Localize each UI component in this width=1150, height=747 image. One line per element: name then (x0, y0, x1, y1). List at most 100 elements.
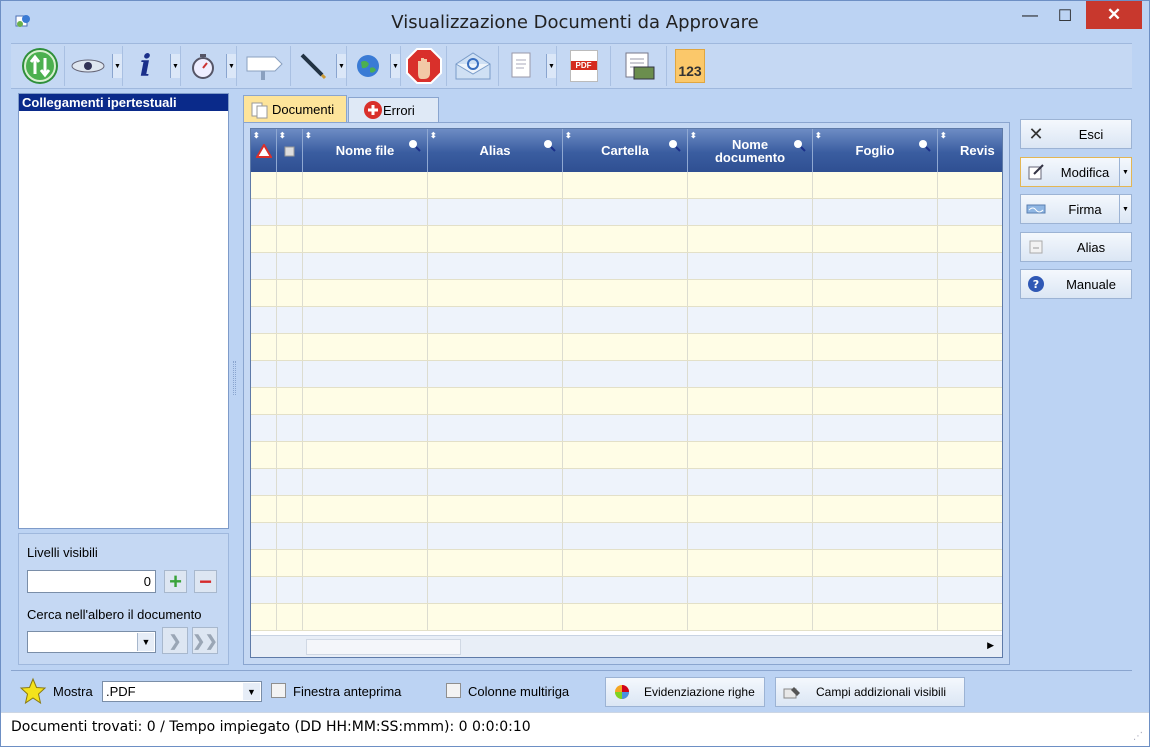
maximize-button[interactable]: ☐ (1049, 1, 1081, 31)
table-cell[interactable] (563, 550, 688, 576)
table-cell[interactable] (251, 550, 277, 576)
globe-dropdown-icon[interactable]: ▼ (390, 54, 400, 78)
document-button[interactable]: ▼ (499, 46, 557, 86)
table-row[interactable] (251, 550, 1002, 577)
table-cell[interactable] (813, 334, 938, 360)
table-row[interactable] (251, 334, 1002, 361)
table-cell[interactable] (277, 415, 303, 441)
filter-search-icon[interactable] (543, 139, 556, 152)
campi-addizionali-button[interactable]: Campi addizionali visibili (775, 677, 965, 707)
table-cell[interactable] (563, 307, 688, 333)
table-cell[interactable] (938, 496, 1002, 522)
view-button[interactable]: ▼ (65, 46, 123, 86)
table-cell[interactable] (938, 361, 1002, 387)
refresh-button[interactable] (15, 46, 65, 86)
table-cell[interactable] (277, 172, 303, 198)
table-cell[interactable] (428, 469, 563, 495)
manuale-button[interactable]: ? Manuale (1020, 269, 1132, 299)
finestra-anteprima-checkbox[interactable] (271, 683, 286, 698)
table-cell[interactable] (563, 469, 688, 495)
table-cell[interactable] (563, 334, 688, 360)
table-cell[interactable] (251, 361, 277, 387)
table-cell[interactable] (303, 388, 428, 414)
table-row[interactable] (251, 577, 1002, 604)
table-cell[interactable] (251, 280, 277, 306)
table-cell[interactable] (428, 226, 563, 252)
table-cell[interactable] (813, 280, 938, 306)
table-cell[interactable] (688, 523, 813, 549)
col-cartella[interactable]: ⬍ Cartella (563, 129, 688, 172)
panel-splitter[interactable] (233, 361, 236, 395)
chevron-down-icon[interactable]: ▼ (137, 633, 154, 651)
table-cell[interactable] (813, 388, 938, 414)
table-cell[interactable] (277, 307, 303, 333)
chevron-down-icon[interactable]: ▼ (243, 683, 260, 700)
table-cell[interactable] (563, 604, 688, 630)
minimize-button[interactable]: — (1014, 1, 1046, 31)
table-row[interactable] (251, 280, 1002, 307)
col-nome-file[interactable]: ⬍ Nome file (303, 129, 428, 172)
table-cell[interactable] (688, 172, 813, 198)
pen-dropdown-icon[interactable]: ▼ (336, 54, 346, 78)
table-cell[interactable] (277, 577, 303, 603)
table-cell[interactable] (303, 172, 428, 198)
table-cell[interactable] (428, 496, 563, 522)
documents-grid[interactable]: ⬍ ⬍ ⬍ Nome file ⬍ Alias ⬍ Cartella ⬍ Nom… (250, 128, 1003, 658)
table-cell[interactable] (303, 199, 428, 225)
table-cell[interactable] (813, 253, 938, 279)
table-cell[interactable] (428, 280, 563, 306)
table-cell[interactable] (813, 523, 938, 549)
document-dropdown-icon[interactable]: ▼ (546, 54, 556, 78)
table-cell[interactable] (563, 577, 688, 603)
info-dropdown-icon[interactable]: ▼ (170, 54, 180, 78)
counter-button[interactable]: 123 (667, 46, 713, 86)
email-button[interactable] (447, 46, 499, 86)
table-cell[interactable] (938, 226, 1002, 252)
table-cell[interactable] (938, 253, 1002, 279)
mostra-select[interactable]: .PDF ▼ (102, 681, 262, 702)
table-cell[interactable] (688, 199, 813, 225)
table-cell[interactable] (563, 172, 688, 198)
table-cell[interactable] (688, 604, 813, 630)
print-preview-button[interactable] (611, 46, 667, 86)
table-cell[interactable] (251, 442, 277, 468)
table-cell[interactable] (688, 415, 813, 441)
table-cell[interactable] (813, 172, 938, 198)
table-cell[interactable] (563, 388, 688, 414)
table-cell[interactable] (563, 442, 688, 468)
filter-search-icon[interactable] (918, 139, 931, 152)
table-cell[interactable] (688, 280, 813, 306)
signpost-button[interactable] (237, 46, 291, 86)
col-foglio[interactable]: ⬍ Foglio (813, 129, 938, 172)
filter-search-icon[interactable] (668, 139, 681, 152)
table-cell[interactable] (251, 172, 277, 198)
table-cell[interactable] (277, 388, 303, 414)
table-cell[interactable] (428, 199, 563, 225)
table-cell[interactable] (688, 496, 813, 522)
table-cell[interactable] (277, 496, 303, 522)
find-all-button[interactable]: ❯❯ (192, 627, 218, 654)
table-cell[interactable] (277, 442, 303, 468)
table-row[interactable] (251, 523, 1002, 550)
table-cell[interactable] (303, 550, 428, 576)
table-cell[interactable] (303, 307, 428, 333)
filter-search-icon[interactable] (793, 139, 806, 152)
table-cell[interactable] (428, 253, 563, 279)
table-cell[interactable] (277, 226, 303, 252)
stop-button[interactable] (401, 46, 447, 86)
table-cell[interactable] (277, 604, 303, 630)
search-tree-combo[interactable]: ▼ (27, 631, 156, 653)
table-cell[interactable] (303, 496, 428, 522)
table-cell[interactable] (428, 361, 563, 387)
pdf-button[interactable]: PDF (557, 46, 611, 86)
info-button[interactable]: i ▼ (123, 46, 181, 86)
table-cell[interactable] (813, 577, 938, 603)
col-nome-documento[interactable]: ⬍ Nome documento (688, 129, 813, 172)
table-cell[interactable] (688, 253, 813, 279)
table-cell[interactable] (938, 280, 1002, 306)
table-row[interactable] (251, 442, 1002, 469)
table-row[interactable] (251, 172, 1002, 199)
tab-errori[interactable]: Errori (348, 97, 439, 123)
table-cell[interactable] (277, 253, 303, 279)
table-cell[interactable] (938, 604, 1002, 630)
